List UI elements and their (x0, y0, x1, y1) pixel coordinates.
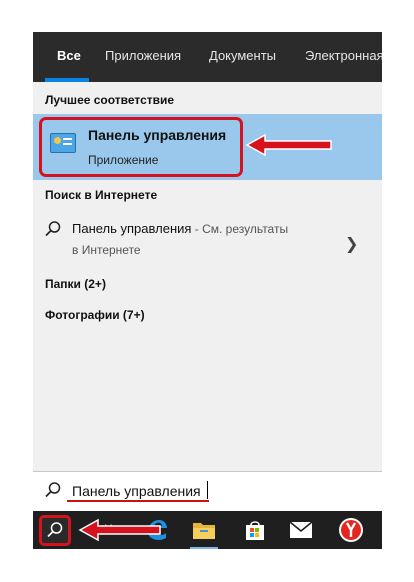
search-input[interactable]: Панель управления (72, 483, 201, 499)
tab-all[interactable]: Все (57, 48, 81, 63)
annotation-frame (39, 117, 243, 177)
tab-apps[interactable]: Приложения (105, 48, 181, 63)
edge-icon[interactable] (145, 518, 169, 542)
section-folders[interactable]: Папки (2+) (45, 277, 106, 291)
active-app-indicator (190, 547, 218, 549)
tab-documents[interactable]: Документы (209, 48, 276, 63)
web-result-suffix: - См. результаты (191, 222, 289, 236)
web-result-query: Панель управления (72, 221, 192, 236)
search-icon (47, 522, 63, 538)
taskbar-partial-label: H (104, 522, 113, 536)
search-icon (45, 482, 61, 498)
store-icon[interactable] (244, 518, 266, 542)
chevron-right-icon[interactable]: ❯ (345, 234, 358, 254)
active-tab-indicator (45, 78, 89, 82)
tab-email[interactable]: Электронная (305, 48, 382, 63)
annotation-underline (67, 500, 209, 502)
section-web-search: Поиск в Интернете (45, 188, 158, 202)
section-photos[interactable]: Фотографии (7+) (45, 308, 145, 322)
mail-icon[interactable] (289, 521, 313, 539)
yandex-browser-icon[interactable] (338, 517, 364, 543)
text-caret (207, 481, 208, 499)
tab-bar: Все Приложения Документы Электронная (33, 32, 382, 82)
web-result-line2: в Интернете (72, 243, 141, 257)
folder-icon[interactable] (192, 519, 216, 541)
web-result-line1: Панель управления - См. результаты (72, 221, 288, 236)
search-icon (45, 221, 61, 237)
section-best-match: Лучшее соответствие (45, 93, 175, 107)
